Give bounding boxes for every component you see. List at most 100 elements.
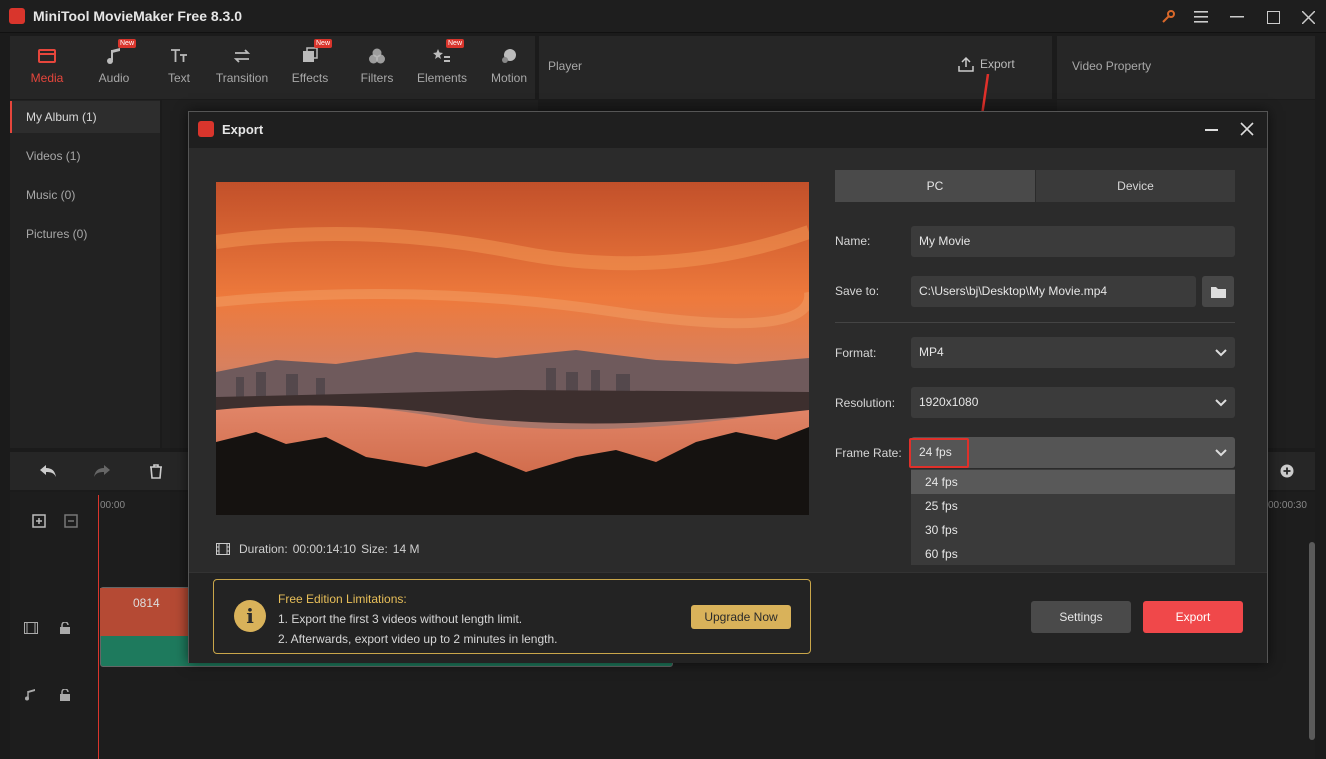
motion-icon — [502, 49, 516, 63]
maximize-icon[interactable] — [1263, 7, 1283, 27]
tool-text[interactable]: Text — [147, 36, 211, 99]
resolution-label: Resolution: — [835, 396, 896, 410]
media-sidebar: My Album (1) Videos (1) Music (0) Pictur… — [10, 100, 160, 448]
sidebar-item-music[interactable]: Music (0) — [10, 179, 160, 211]
limits-line-2: 2. Afterwards, export video up to 2 minu… — [278, 632, 558, 646]
name-input[interactable]: My Movie — [911, 226, 1235, 257]
tool-elements[interactable]: New Elements — [410, 36, 474, 99]
fps-option-25[interactable]: 25 fps — [911, 494, 1235, 518]
save-path-input[interactable]: C:\Users\bj\Desktop\My Movie.mp4 — [911, 276, 1196, 307]
save-to-label: Save to: — [835, 284, 880, 298]
tool-label: Effects — [291, 71, 329, 85]
title-bar: MiniTool MovieMaker Free 8.3.0 — [0, 0, 1326, 33]
clip-label: 0814 — [133, 596, 160, 610]
dialog-title: Export — [222, 122, 264, 137]
film-icon — [216, 543, 230, 555]
ruler-start: 00:00 — [100, 500, 126, 511]
new-badge: New — [446, 39, 465, 48]
app-logo-icon — [9, 8, 25, 24]
format-label: Format: — [835, 346, 877, 360]
player-title: Player — [548, 59, 583, 73]
duration-row: Duration: 00:00:14:10 Size: 14 M — [216, 542, 419, 556]
tool-transition[interactable]: Transition — [210, 36, 274, 99]
delete-icon[interactable] — [149, 464, 163, 479]
new-badge: New — [314, 39, 333, 48]
chevron-down-icon — [1215, 399, 1227, 407]
minimize-icon[interactable] — [1227, 7, 1247, 27]
undo-icon[interactable] — [39, 464, 57, 478]
export-dialog: Export Duration: 00:00:14:10 Size: 14 M … — [188, 111, 1268, 663]
effects-icon — [303, 47, 318, 62]
transition-icon — [233, 49, 251, 63]
key-icon[interactable] — [1158, 7, 1178, 27]
resolution-select[interactable]: 1920x1080 — [911, 387, 1235, 418]
duration-label: Duration: — [239, 542, 288, 556]
settings-button[interactable]: Settings — [1031, 601, 1131, 633]
divider — [835, 322, 1235, 323]
video-preview — [216, 182, 809, 515]
playhead[interactable] — [98, 495, 99, 759]
media-toolbar: Media New Audio Text Transition New Effe… — [10, 36, 535, 99]
app-title: MiniTool MovieMaker Free 8.3.0 — [33, 8, 243, 24]
media-icon — [38, 49, 56, 63]
dialog-minimize-icon[interactable] — [1205, 129, 1218, 131]
timeline-scrollbar[interactable] — [1309, 542, 1315, 740]
add-track-icon[interactable] — [30, 512, 46, 528]
remove-track-icon[interactable] — [62, 512, 78, 528]
tool-label: Text — [167, 71, 190, 85]
duration-value: 00:00:14:10 — [292, 542, 357, 556]
format-select[interactable]: MP4 — [911, 337, 1235, 368]
tool-media[interactable]: Media — [15, 36, 79, 99]
resolution-value: 1920x1080 — [919, 395, 979, 409]
fps-option-24[interactable]: 24 fps — [911, 470, 1235, 494]
property-title: Video Property — [1072, 59, 1152, 73]
sidebar-item-my-album[interactable]: My Album (1) — [10, 101, 160, 133]
frame-rate-highlight — [909, 438, 969, 468]
tab-device[interactable]: Device — [1036, 170, 1235, 202]
app-logo-icon — [198, 121, 214, 137]
export-button[interactable]: Export — [1143, 601, 1243, 633]
frame-rate-label: Frame Rate: — [835, 446, 902, 460]
fps-option-60[interactable]: 60 fps — [911, 542, 1235, 566]
tool-label: Filters — [360, 71, 394, 85]
filters-icon — [369, 48, 385, 64]
tool-effects[interactable]: New Effects — [278, 36, 342, 99]
chevron-down-icon — [1215, 349, 1227, 357]
music-note-icon — [107, 48, 120, 64]
sidebar-item-pictures[interactable]: Pictures (0) — [10, 218, 160, 250]
tool-filters[interactable]: Filters — [345, 36, 409, 99]
info-icon: i — [234, 600, 266, 632]
player-export-button[interactable]: Export — [958, 56, 1015, 72]
tool-label: Elements — [416, 71, 468, 85]
tool-label: Motion — [490, 71, 528, 85]
tool-motion[interactable]: Motion — [477, 36, 541, 99]
folder-icon — [1210, 286, 1226, 298]
player-export-label: Export — [980, 57, 1015, 71]
size-value: 14 M — [392, 542, 420, 556]
dialog-header: Export — [189, 112, 1267, 148]
redo-icon[interactable] — [93, 464, 111, 478]
sidebar-item-videos[interactable]: Videos (1) — [10, 140, 160, 172]
menu-icon[interactable] — [1191, 7, 1211, 27]
tool-label: Transition — [215, 71, 269, 85]
close-icon[interactable] — [1298, 7, 1318, 27]
dialog-close-icon[interactable] — [1239, 121, 1255, 137]
zoom-in-icon[interactable] — [1280, 464, 1294, 478]
browse-folder-button[interactable] — [1202, 276, 1234, 307]
tool-label: Media — [30, 71, 64, 85]
elements-icon — [433, 49, 450, 62]
text-icon — [171, 49, 187, 62]
video-track-icon — [24, 622, 38, 634]
upgrade-now-button[interactable]: Upgrade Now — [691, 605, 791, 629]
ruler-end: 00:00:30 — [1268, 500, 1307, 511]
chevron-down-icon — [1215, 449, 1227, 457]
frame-rate-dropdown: 24 fps 25 fps 30 fps 60 fps — [911, 469, 1235, 565]
tool-audio[interactable]: New Audio — [82, 36, 146, 99]
lock-icon[interactable] — [60, 622, 70, 634]
audio-track-icon — [25, 689, 35, 701]
lock-icon[interactable] — [60, 689, 70, 701]
tab-pc[interactable]: PC — [835, 170, 1035, 202]
fps-option-30[interactable]: 30 fps — [911, 518, 1235, 542]
tool-label: Audio — [98, 71, 130, 85]
size-label: Size: — [361, 542, 388, 556]
